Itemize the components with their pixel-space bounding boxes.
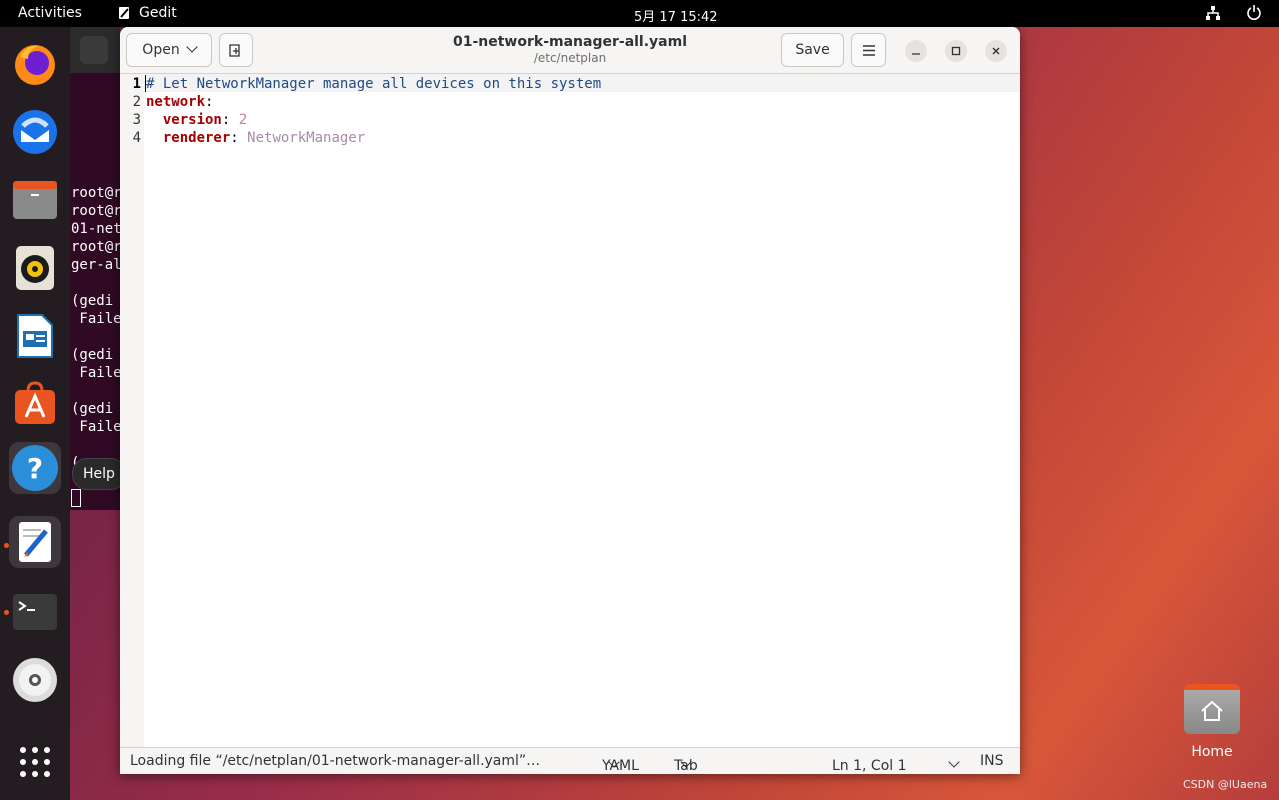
app-menu[interactable]: Gedit — [118, 5, 177, 21]
maximize-button[interactable] — [945, 40, 967, 62]
dock-item-thunderbird[interactable] — [9, 106, 61, 158]
top-bar: Activities Gedit 5月 17 15:42 — [0, 0, 1279, 27]
hamburger-icon — [862, 44, 875, 56]
firefox-icon — [15, 45, 55, 85]
yaml-key: version — [162, 112, 222, 128]
home-folder-icon — [1184, 684, 1240, 734]
yaml-value: NetworkManager — [247, 130, 366, 146]
running-indicator — [4, 543, 9, 548]
terminal-window[interactable]: root@r root@r 01-net root@r ger-al (gedi… — [70, 27, 120, 510]
text-caret — [145, 75, 146, 92]
dock-item-text-editor[interactable] — [9, 516, 61, 568]
document-path: /etc/netplan — [533, 51, 607, 65]
dock-item-help[interactable]: ? — [9, 442, 61, 494]
minimize-button[interactable] — [905, 40, 927, 62]
yaml-colon: : — [221, 112, 239, 128]
app-name: Gedit — [139, 5, 177, 21]
line-number: 2 — [132, 94, 141, 110]
header-bar: Open 01-network-manager-all.yaml /etc/ne… — [120, 27, 1020, 74]
dvd-icon — [13, 658, 57, 702]
code-line: network: — [146, 93, 213, 111]
text-editor-icon — [19, 522, 51, 562]
new-document-icon — [229, 44, 240, 57]
activities-button[interactable]: Activities — [18, 5, 82, 21]
dock-item-rhythmbox[interactable] — [9, 242, 61, 294]
open-label: Open — [142, 42, 180, 58]
language-label: YAML — [602, 758, 639, 774]
line-number: 4 — [132, 130, 141, 146]
show-apps-icon — [20, 747, 50, 777]
yaml-colon: : — [205, 94, 214, 110]
maximize-icon — [951, 46, 961, 56]
power-icon[interactable] — [1246, 4, 1262, 20]
text-editor-icon — [119, 7, 129, 19]
show-apps-button[interactable] — [9, 736, 61, 788]
watermark: CSDN @lUaena — [1183, 778, 1268, 791]
libreoffice-writer-icon — [17, 314, 53, 358]
terminal-cursor — [71, 489, 81, 507]
minimize-icon — [912, 53, 920, 55]
close-icon — [992, 47, 1000, 55]
close-button[interactable] — [985, 40, 1007, 62]
dock-item-files[interactable] — [9, 174, 61, 226]
cursor-position-label: Ln 1, Col 1 — [832, 758, 907, 774]
chevron-down-icon — [948, 756, 960, 768]
dock-item-dvd[interactable] — [9, 654, 61, 706]
dock-item-writer[interactable] — [9, 310, 61, 362]
network-icon[interactable] — [1205, 5, 1221, 21]
text-editor-area[interactable]: 1 # Let NetworkManager manage all device… — [120, 74, 1020, 747]
save-button[interactable]: Save — [781, 33, 844, 67]
dock-item-terminal[interactable] — [9, 586, 61, 638]
home-label: Home — [1191, 744, 1233, 760]
running-indicator — [4, 610, 9, 615]
line-number-gutter — [120, 74, 144, 747]
terminal-header — [70, 27, 120, 73]
yaml-key: network — [146, 94, 206, 110]
chevron-down-icon — [186, 41, 198, 53]
new-document-button[interactable] — [219, 33, 253, 67]
open-button[interactable]: Open — [126, 33, 212, 67]
yaml-value: 2 — [238, 112, 248, 128]
terminal-icon — [13, 594, 57, 630]
line-number: 3 — [132, 112, 141, 128]
document-title: 01-network-manager-all.yaml — [452, 34, 688, 50]
code-line: version: 2 — [146, 111, 247, 129]
dock-tooltip: Help — [72, 458, 126, 490]
files-icon — [13, 181, 57, 219]
window-title: 01-network-manager-all.yaml /etc/netplan — [370, 34, 770, 65]
gedit-window: Open 01-network-manager-all.yaml /etc/ne… — [120, 27, 1020, 774]
status-bar: Loading file “/etc/netplan/01-network-ma… — [120, 747, 1020, 774]
app-center-icon — [15, 381, 55, 424]
desktop-home-folder[interactable]: Home — [1181, 684, 1243, 760]
clock[interactable]: 5月 17 15:42 — [634, 6, 718, 25]
yaml-key: renderer — [162, 130, 231, 146]
code-line-comment: # Let NetworkManager manage all devices … — [146, 76, 602, 92]
dock-item-firefox[interactable] — [9, 38, 61, 90]
rhythmbox-icon — [16, 246, 54, 290]
svg-text:?: ? — [27, 452, 43, 485]
code-line: renderer: NetworkManager — [146, 129, 365, 147]
status-message: Loading file “/etc/netplan/01-network-ma… — [130, 753, 541, 769]
menu-button[interactable] — [851, 33, 886, 67]
dock-item-app-center[interactable] — [9, 378, 61, 430]
help-icon: ? — [12, 445, 58, 491]
dock: ? — [0, 27, 70, 800]
thunderbird-icon — [13, 110, 57, 154]
yaml-colon: : — [230, 130, 248, 146]
new-tab-button[interactable] — [80, 36, 108, 64]
insert-mode-indicator[interactable]: INS — [980, 753, 1004, 769]
terminal-output: root@r root@r 01-net root@r ger-al (gedi… — [71, 185, 120, 471]
line-number: 1 — [132, 76, 141, 92]
